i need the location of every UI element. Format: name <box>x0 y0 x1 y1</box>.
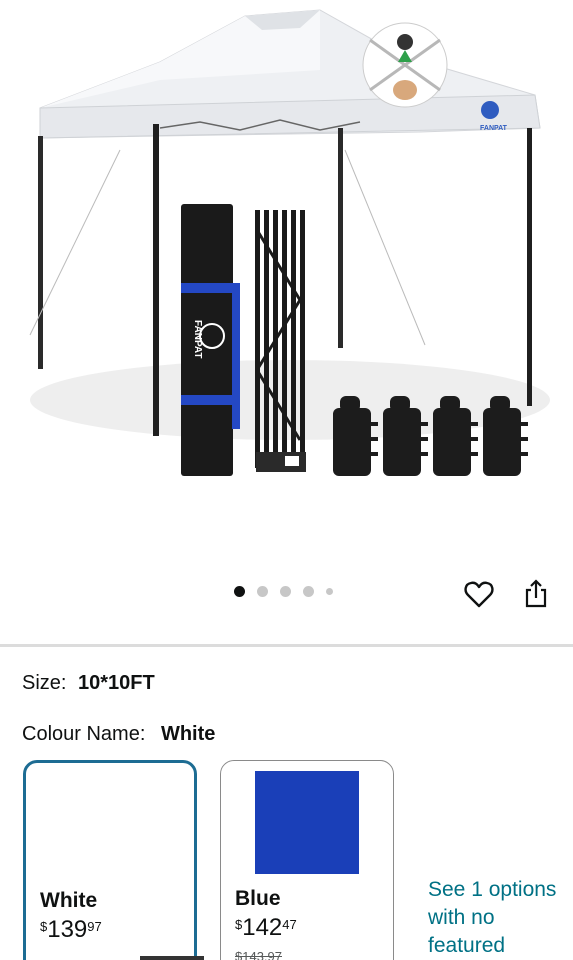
canopy-tent-illustration: FANPAT FANPAT <box>29 9 550 476</box>
colour-label: Colour Name: <box>22 723 146 745</box>
carousel-dot[interactable] <box>234 586 245 597</box>
product-image[interactable]: FANPAT FANPAT <box>0 0 573 570</box>
swatch-price: $ 142 47 <box>235 914 297 941</box>
scroll-indicator <box>140 956 204 960</box>
section-divider <box>0 644 573 647</box>
carousel-dot[interactable] <box>280 586 291 597</box>
swatch-price: $ 139 97 <box>40 916 102 943</box>
carousel-dot[interactable] <box>257 586 268 597</box>
swatch-name: Blue <box>235 887 281 910</box>
size-value: 10*10FT <box>78 672 155 694</box>
carousel-dot[interactable] <box>303 586 314 597</box>
colour-value: White <box>160 723 216 745</box>
carousel-dot[interactable] <box>326 588 333 595</box>
share-button[interactable] <box>519 577 553 611</box>
swatch-blue[interactable]: Blue $ 142 47 $143.97 <box>220 760 394 960</box>
bag-brand-text: FANPAT <box>192 320 203 359</box>
size-selection[interactable]: Size: 10*10FT <box>22 672 155 695</box>
swatch-white[interactable]: White $ 139 97 <box>23 760 197 960</box>
share-icon <box>525 579 547 608</box>
favorite-button[interactable] <box>462 577 496 611</box>
brand-badge-text: FANPAT <box>480 125 508 132</box>
see-options-link[interactable]: See 1 options with no featured <box>428 876 573 960</box>
swatch-name: White <box>40 889 98 912</box>
colour-selection: Colour Name: White <box>22 723 215 746</box>
blue-color-chip <box>255 771 359 874</box>
image-carousel-indicator <box>234 586 333 597</box>
heart-icon <box>464 581 494 608</box>
size-label: Size: <box>22 672 67 694</box>
swatch-list-price: $143.97 <box>235 949 282 960</box>
